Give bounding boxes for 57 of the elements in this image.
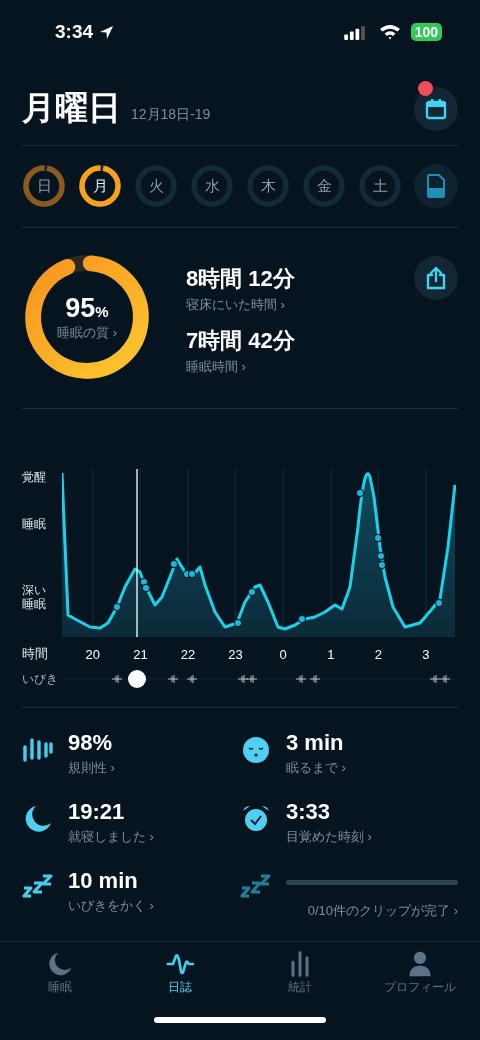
hour-label: 1 [326,646,336,662]
axis-label: 覚醒 [22,469,46,486]
day-button[interactable]: 木 [246,164,290,208]
report-button[interactable] [414,164,458,208]
calendar-button[interactable] [414,86,458,131]
day-button[interactable]: 土 [358,164,402,208]
metric-link[interactable]: 眠るまで › [286,759,458,777]
hour-label: 22 [179,646,197,662]
metric-link[interactable]: 規則性 › [68,759,240,777]
location-arrow-icon [99,24,115,40]
day-button[interactable]: 水 [190,164,234,208]
metric-link[interactable]: 目覚めた時刻 › [286,828,458,846]
duration-value: 8時間 12分 [186,265,295,293]
day-button[interactable]: 日 [22,164,66,208]
metric-value: 19:21 [68,799,126,825]
metric-value: 3:33 [286,799,332,825]
share-icon [425,266,447,290]
metric-link[interactable]: 就寝しました › [68,828,240,846]
tab[interactable]: 睡眠 [0,946,120,1000]
battery-level: 100 [410,23,442,41]
hour-label: 0 [278,646,288,662]
tab[interactable]: プロフィール [360,946,480,1000]
duration-value: 7時間 42分 [186,327,295,355]
hour-label: 2 [373,646,383,662]
hour-label: 21 [132,646,149,662]
metric-value: 10 min [68,868,139,894]
hour-label: 20 [84,646,102,662]
share-button[interactable] [414,256,458,300]
hour-label: 3 [421,646,431,662]
moon-icon [46,950,74,978]
day-button[interactable]: 月 [78,164,122,208]
axis-label: 睡眠 [22,516,46,533]
metric-value: 98% [68,730,114,756]
signal-icon [343,24,367,40]
duration-link[interactable]: 睡眠時間 › [186,358,295,376]
wifi-icon [378,24,401,40]
sleeping-face-icon [240,734,272,766]
snore-label: いびき [21,670,59,688]
axis-label: 深い睡眠 [22,583,47,612]
metric-link[interactable]: いびきをかく › [68,897,240,915]
scrubber-handle[interactable] [128,670,146,688]
tab[interactable]: 統計 [240,946,360,1000]
calendar-icon [425,97,447,120]
metric-link[interactable]: 0/10件のクリップが完了 › [307,902,458,920]
document-icon [427,174,445,198]
tab[interactable]: 日誌 [120,946,240,1000]
day-title: 月曜日 [22,88,121,128]
quality-score: 95% [65,292,109,324]
date-range: 12月18日-19 [131,105,211,124]
duration-link[interactable]: 寝床にいた時間 › [186,296,295,314]
axis-title: 時間 [21,645,49,663]
hour-label: 23 [227,646,244,662]
status-time: 3:34 [55,21,94,43]
day-button[interactable]: 金 [302,164,346,208]
quality-link[interactable]: 睡眠の質 › [57,323,117,342]
metric-value: 3 min [286,730,345,756]
day-button[interactable]: 火 [134,164,178,208]
